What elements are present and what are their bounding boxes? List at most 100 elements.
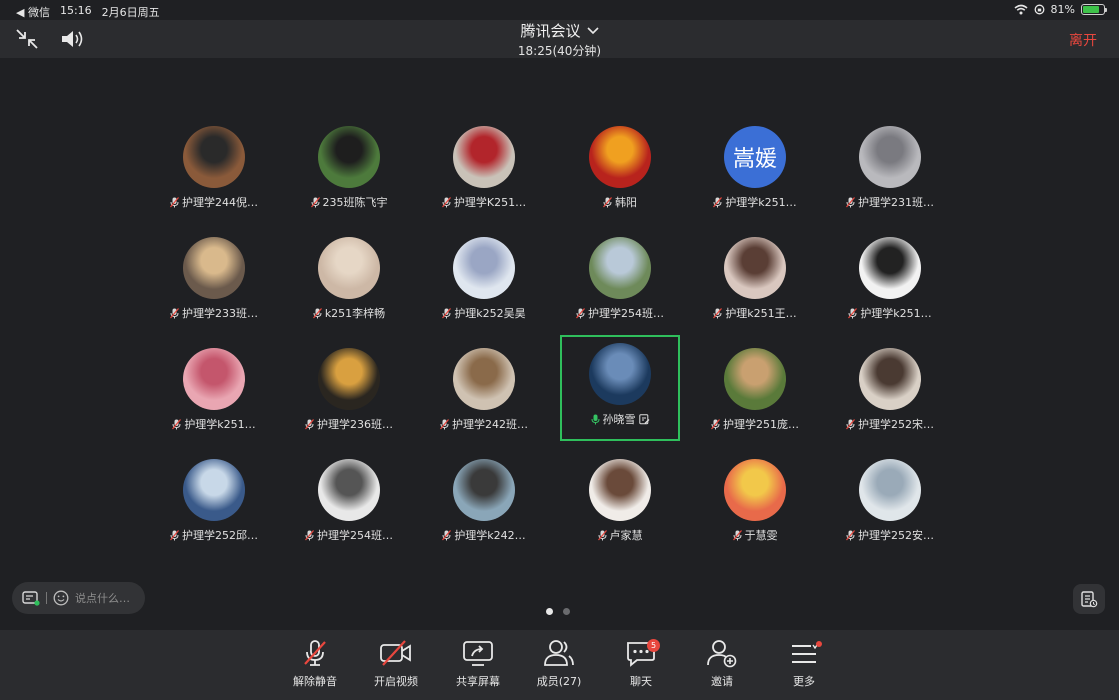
participant-name: 孙晓雪 bbox=[602, 413, 636, 426]
mic-muted-icon bbox=[442, 529, 452, 540]
avatar bbox=[183, 459, 245, 521]
participant-tile[interactable]: 孙晓雪 bbox=[560, 335, 680, 441]
participant-tile[interactable]: 护理学231班… bbox=[830, 114, 950, 220]
participant-name-row: 护理学252宋… bbox=[820, 416, 960, 432]
members-button[interactable]: 成员(27) bbox=[524, 638, 594, 694]
participant-grid: 护理学244倪… 235班陈飞宇 护理学K251… 韩阳 嵩媛 护理学k251… 护理学23… bbox=[154, 114, 966, 562]
bottom-toolbar: 解除静音 开启视频 共享屏幕 成员(27) 5 聊天 邀请 更多 bbox=[0, 630, 1119, 700]
leave-button[interactable]: 离开 bbox=[1069, 30, 1097, 50]
meeting-duration: 18:25(40分钟) bbox=[517, 44, 602, 58]
unmute-label: 解除静音 bbox=[293, 675, 337, 688]
start-video-button[interactable]: 开启视频 bbox=[361, 638, 431, 694]
subtitle-icon[interactable] bbox=[22, 590, 40, 606]
participant-name: 于慧雯 bbox=[744, 529, 778, 542]
participant-name: k251李梓畅 bbox=[324, 307, 386, 320]
unmute-button[interactable]: 解除静音 bbox=[280, 638, 350, 694]
page-dot-1[interactable] bbox=[546, 608, 553, 615]
chat-button[interactable]: 5 聊天 bbox=[606, 638, 676, 694]
participant-name-row: 护理学252安… bbox=[820, 527, 960, 543]
share-screen-button[interactable]: 共享屏幕 bbox=[443, 638, 513, 694]
page-indicator bbox=[546, 608, 570, 615]
status-time: 15:16 bbox=[59, 4, 92, 17]
participant-name: 235班陈飞宇 bbox=[322, 196, 388, 209]
avatar bbox=[724, 348, 786, 410]
participant-tile[interactable]: 护理学k251… bbox=[830, 225, 950, 331]
participant-tile[interactable]: 护理学252邱… bbox=[154, 447, 274, 553]
avatar bbox=[453, 459, 515, 521]
participant-tile[interactable]: 护理学251庞… bbox=[695, 336, 815, 442]
back-to-wechat[interactable]: ◀ 微信 bbox=[16, 4, 50, 20]
participant-tile[interactable]: 护理k252吴昊 bbox=[424, 225, 544, 331]
participant-name-row: 护理学231班… bbox=[820, 194, 960, 210]
edit-name-icon[interactable] bbox=[638, 413, 650, 425]
mic-muted-icon bbox=[846, 529, 855, 540]
mic-muted-icon bbox=[310, 196, 320, 207]
avatar bbox=[318, 348, 380, 410]
participant-name-row: 护理学k242… bbox=[414, 527, 554, 543]
mic-muted-icon bbox=[597, 529, 607, 540]
participant-tile[interactable]: 护理学K251… bbox=[424, 114, 544, 220]
notes-button[interactable] bbox=[1073, 584, 1105, 614]
participant-tile[interactable]: 护理学k251… bbox=[154, 336, 274, 442]
participant-name-row: 于慧雯 bbox=[685, 527, 825, 543]
battery-icon bbox=[1081, 4, 1107, 15]
participant-name-row: 235班陈飞宇 bbox=[279, 194, 419, 210]
participant-tile[interactable]: 护理学242班… bbox=[424, 336, 544, 442]
emoji-icon[interactable] bbox=[53, 590, 69, 606]
participant-tile[interactable]: 嵩媛 护理学k251… bbox=[695, 114, 815, 220]
participant-name: 护理学233班… bbox=[182, 307, 258, 320]
participant-tile[interactable]: 235班陈飞宇 bbox=[289, 114, 409, 220]
participant-tile[interactable]: 护理学233班… bbox=[154, 225, 274, 331]
participant-name-row: 护理学251庞… bbox=[685, 416, 825, 432]
participant-name: 护理学251庞… bbox=[723, 418, 799, 431]
participant-tile[interactable]: k251李梓畅 bbox=[289, 225, 409, 331]
participant-name-row: 卢家慧 bbox=[550, 527, 690, 543]
participant-tile[interactable]: 护理学254班… bbox=[560, 225, 680, 331]
mic-muted-icon bbox=[713, 307, 723, 318]
participant-tile[interactable]: 卢家慧 bbox=[560, 447, 680, 553]
avatar bbox=[453, 348, 515, 410]
invite-button[interactable]: 邀请 bbox=[687, 638, 757, 694]
page-dot-2[interactable] bbox=[563, 608, 570, 615]
more-notification-dot bbox=[816, 641, 822, 647]
participant-name: 护理学231班… bbox=[858, 196, 934, 209]
participant-name-row: 护理学254班… bbox=[279, 527, 419, 543]
mic-muted-icon bbox=[170, 196, 179, 207]
mic-active-icon bbox=[591, 414, 599, 424]
chat-placeholder: 说点什么… bbox=[75, 592, 130, 605]
participant-name: 护理学242班… bbox=[452, 418, 528, 431]
video-off-icon bbox=[380, 640, 411, 666]
participant-tile[interactable]: 护理学244倪… bbox=[154, 114, 274, 220]
participant-tile[interactable]: 护理学k242… bbox=[424, 447, 544, 553]
invite-icon bbox=[707, 640, 737, 668]
participant-name: 护理学k242… bbox=[454, 529, 526, 542]
participant-tile[interactable]: 护理k251王… bbox=[695, 225, 815, 331]
participant-name: 护理学252邱… bbox=[182, 529, 258, 542]
participant-tile[interactable]: 于慧雯 bbox=[695, 447, 815, 553]
avatar bbox=[318, 126, 380, 188]
start-video-label: 开启视频 bbox=[374, 675, 418, 688]
avatar bbox=[859, 237, 921, 299]
participant-tile[interactable]: 护理学236班… bbox=[289, 336, 409, 442]
participant-name: 护理学k251… bbox=[725, 196, 797, 209]
more-button[interactable]: 更多 bbox=[769, 638, 839, 694]
participant-tile[interactable]: 护理学252安… bbox=[830, 447, 950, 553]
avatar bbox=[183, 126, 245, 188]
share-screen-icon bbox=[463, 641, 493, 666]
participant-name: 韩阳 bbox=[615, 196, 637, 209]
participant-name-row: 护理学244倪… bbox=[144, 194, 284, 210]
participant-name-row: k251李梓畅 bbox=[279, 305, 419, 321]
invite-label: 邀请 bbox=[711, 675, 733, 688]
avatar bbox=[183, 348, 245, 410]
avatar bbox=[589, 459, 651, 521]
mic-muted-icon bbox=[732, 529, 742, 540]
meeting-title[interactable]: 腾讯会议 bbox=[520, 20, 599, 41]
chat-input[interactable]: 说点什么… bbox=[12, 582, 145, 614]
mic-muted-icon bbox=[170, 307, 179, 318]
meeting-title-text: 腾讯会议 bbox=[520, 22, 581, 40]
status-date: 2月6日周五 bbox=[101, 6, 160, 19]
participant-tile[interactable]: 护理学252宋… bbox=[830, 336, 950, 442]
participant-tile[interactable]: 护理学254班… bbox=[289, 447, 409, 553]
avatar bbox=[859, 459, 921, 521]
participant-tile[interactable]: 韩阳 bbox=[560, 114, 680, 220]
